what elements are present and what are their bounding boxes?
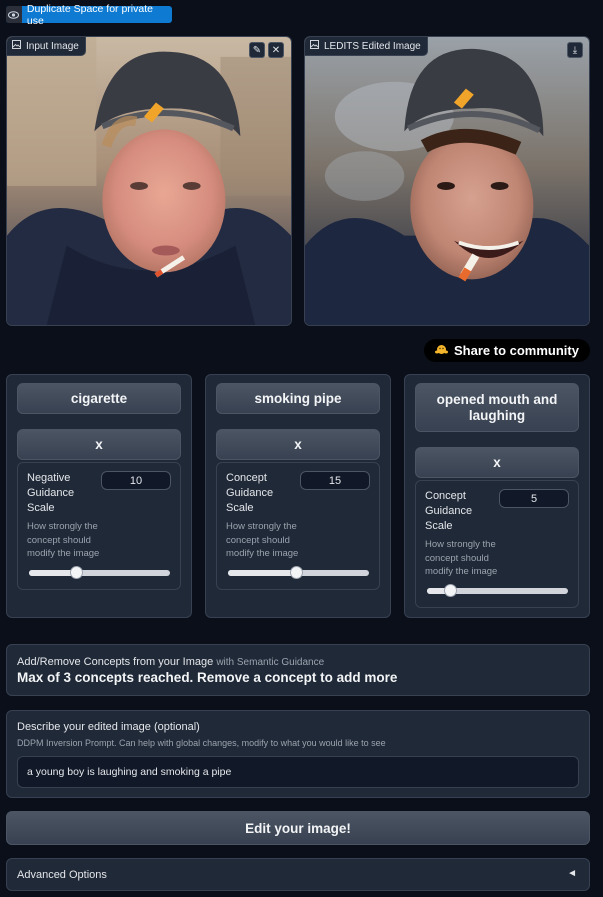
remove-concept-3-button[interactable]: x bbox=[415, 447, 579, 478]
concept-1-scale-label: Negative Guidance Scale bbox=[27, 472, 75, 514]
concept-2-scale-info: How strongly the concept should modify t… bbox=[226, 521, 299, 559]
edited-photo bbox=[305, 37, 589, 325]
remove-concept-1-button[interactable]: x bbox=[17, 429, 181, 460]
concept-column-1: cigarette x Negative Guidance Scale 10 H… bbox=[6, 374, 192, 618]
edited-image-label: LEDITS Edited Image bbox=[305, 37, 428, 56]
concept-3-slider-block: Concept Guidance Scale 5 How strongly th… bbox=[415, 480, 579, 608]
duplicate-space-badge[interactable]: Duplicate Space for private use bbox=[6, 3, 172, 27]
concept-3-scale-label: Concept Guidance Scale bbox=[425, 490, 473, 532]
advanced-options-accordion[interactable]: Advanced Options ◄ bbox=[6, 858, 590, 891]
concept-2-button[interactable]: smoking pipe bbox=[216, 383, 380, 414]
concepts-block-subtitle: with Semantic Guidance bbox=[216, 657, 325, 668]
concept-2-scale-input[interactable]: 15 bbox=[300, 471, 370, 490]
advanced-options-label: Advanced Options bbox=[17, 869, 107, 881]
image-icon bbox=[310, 40, 319, 52]
concepts-block-title: Add/Remove Concepts from your Image with… bbox=[17, 656, 325, 668]
hug-icon bbox=[435, 343, 449, 358]
close-icon[interactable]: ✕ bbox=[268, 42, 284, 58]
image-icon bbox=[12, 40, 21, 52]
concept-1-scale-info: How strongly the concept should modify t… bbox=[27, 521, 100, 559]
concepts-info-block: Add/Remove Concepts from your Image with… bbox=[6, 644, 590, 696]
concept-2-scale-label: Concept Guidance Scale bbox=[226, 472, 274, 514]
remove-concept-2-button[interactable]: x bbox=[216, 429, 380, 460]
collapse-arrow-icon: ◄ bbox=[567, 868, 577, 879]
concept-column-2: smoking pipe x Concept Guidance Scale 15… bbox=[205, 374, 391, 618]
concept-3-scale-input[interactable]: 5 bbox=[499, 489, 569, 508]
max-concepts-message: Max of 3 concepts reached. Remove a conc… bbox=[17, 670, 398, 685]
concept-1-scale-input[interactable]: 10 bbox=[101, 471, 171, 490]
edit-image-button[interactable]: Edit your image! bbox=[6, 811, 590, 845]
concept-column-3: opened mouth and laughing x Concept Guid… bbox=[404, 374, 590, 618]
prompt-title: Describe your edited image (optional) bbox=[17, 721, 200, 733]
concept-3-slider[interactable] bbox=[427, 584, 568, 597]
concept-3-scale-info: How strongly the concept should modify t… bbox=[425, 539, 498, 577]
input-photo bbox=[7, 37, 291, 325]
edited-image-panel: LEDITS Edited Image ⤓ bbox=[304, 36, 590, 326]
pencil-icon[interactable]: ✎ bbox=[249, 42, 265, 58]
concept-2-slider[interactable] bbox=[228, 566, 369, 579]
prompt-input[interactable]: a young boy is laughing and smoking a pi… bbox=[17, 756, 579, 788]
concept-1-slider-block: Negative Guidance Scale 10 How strongly … bbox=[17, 462, 181, 590]
input-image-panel[interactable]: Input Image ✎ ✕ bbox=[6, 36, 292, 326]
prompt-info: DDPM Inversion Prompt. Can help with glo… bbox=[17, 738, 386, 748]
concept-1-slider[interactable] bbox=[29, 566, 170, 579]
input-image-label: Input Image bbox=[7, 37, 86, 56]
concept-3-button[interactable]: opened mouth and laughing bbox=[415, 383, 579, 432]
download-icon[interactable]: ⤓ bbox=[567, 42, 583, 58]
concept-2-slider-block: Concept Guidance Scale 15 How strongly t… bbox=[216, 462, 380, 590]
concept-1-slider-handle[interactable] bbox=[69, 566, 83, 579]
duplicate-space-label: Duplicate Space for private use bbox=[26, 2, 153, 27]
concept-2-slider-handle[interactable] bbox=[289, 566, 303, 579]
eye-icon bbox=[6, 6, 22, 23]
share-to-community-button[interactable]: Share to community bbox=[424, 339, 590, 362]
concept-3-slider-handle[interactable] bbox=[443, 584, 457, 597]
prompt-block: Describe your edited image (optional) DD… bbox=[6, 710, 590, 798]
concept-1-button[interactable]: cigarette bbox=[17, 383, 181, 414]
